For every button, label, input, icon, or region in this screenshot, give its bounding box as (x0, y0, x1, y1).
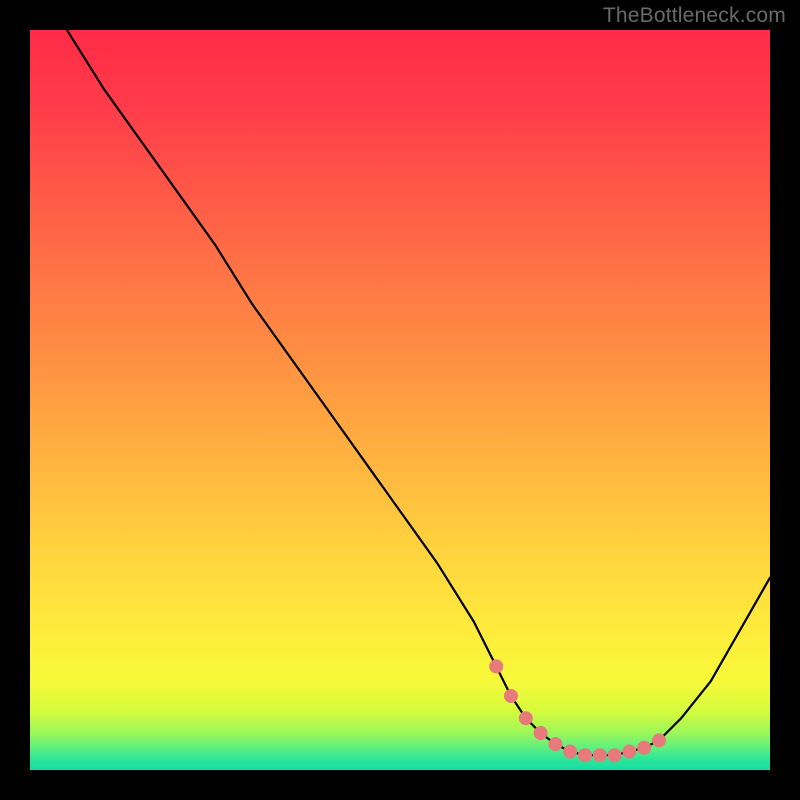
watermark-text: TheBottleneck.com (603, 4, 786, 28)
plot-area (30, 30, 770, 770)
optimal-zone-marker-dot (652, 733, 666, 747)
optimal-zone-marker-dot (593, 748, 607, 762)
optimal-zone-markers (489, 659, 666, 762)
optimal-zone-marker-dot (637, 741, 651, 755)
optimal-zone-marker-dot (489, 659, 503, 673)
chart-frame: TheBottleneck.com (0, 0, 800, 800)
optimal-zone-marker-dot (563, 745, 577, 759)
optimal-zone-marker-dot (608, 748, 622, 762)
bottleneck-curve-path (67, 30, 770, 755)
optimal-zone-marker-dot (519, 711, 533, 725)
curve-layer (30, 30, 770, 770)
optimal-zone-marker-dot (622, 745, 636, 759)
optimal-zone-marker-dot (578, 748, 592, 762)
optimal-zone-marker-dot (504, 689, 518, 703)
optimal-zone-marker-dot (534, 726, 548, 740)
optimal-zone-marker-dot (548, 737, 562, 751)
